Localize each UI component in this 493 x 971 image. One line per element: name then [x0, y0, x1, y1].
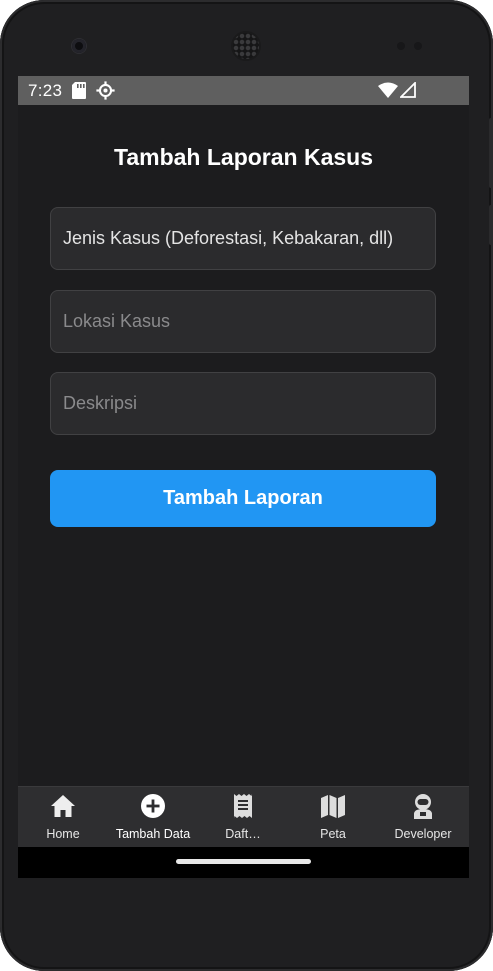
nav-item-tambah-data[interactable]: Tambah Data	[108, 787, 198, 848]
volume-button[interactable]	[489, 118, 493, 188]
proximity-sensor	[397, 42, 405, 50]
bottom-navigation: Home Tambah Data Daft… Peta Developer	[18, 786, 469, 847]
deskripsi-field[interactable]	[50, 372, 436, 435]
nav-label-daftar: Daft…	[225, 827, 261, 841]
sd-card-icon	[72, 82, 86, 99]
settings-gear-icon	[96, 81, 115, 100]
nav-item-peta[interactable]: Peta	[288, 787, 378, 848]
add-circle-icon	[141, 794, 165, 818]
lokasi-kasus-input[interactable]	[51, 291, 435, 352]
light-sensor	[414, 42, 422, 50]
front-camera	[72, 39, 86, 53]
page-title: Tambah Laporan Kasus	[113, 144, 374, 170]
nav-item-developer[interactable]: Developer	[378, 787, 468, 848]
lokasi-kasus-field[interactable]	[50, 290, 436, 353]
app-screen: 7:23 Tambah Laporan Kasus Jenis Kasus (D…	[18, 76, 469, 878]
map-icon	[321, 795, 345, 818]
astronaut-icon	[414, 794, 432, 819]
gesture-navigation-bar	[18, 847, 469, 878]
nav-label-developer: Developer	[394, 827, 452, 841]
jenis-kasus-input[interactable]	[51, 208, 435, 269]
power-button[interactable]	[489, 205, 493, 245]
nav-item-home[interactable]: Home	[18, 787, 108, 848]
status-time: 7:23	[28, 81, 63, 100]
tambah-laporan-button[interactable]: Tambah Laporan	[50, 470, 436, 527]
wifi-icon	[378, 82, 398, 98]
jenis-kasus-field[interactable]	[50, 207, 436, 270]
nav-label-peta: Peta	[320, 827, 346, 841]
home-indicator[interactable]	[176, 859, 311, 864]
nav-label-tambah-data: Tambah Data	[115, 827, 191, 841]
nav-label-home: Home	[46, 827, 80, 841]
nav-item-daftar[interactable]: Daft…	[198, 787, 288, 848]
home-icon	[51, 795, 75, 817]
deskripsi-input[interactable]	[51, 373, 435, 434]
earpiece-speaker	[233, 33, 259, 59]
cell-signal-icon	[400, 82, 416, 98]
device-frame: 7:23 Tambah Laporan Kasus Jenis Kasus (D…	[0, 0, 493, 971]
receipt-list-icon	[234, 794, 252, 818]
status-bar: 7:23	[18, 76, 469, 105]
